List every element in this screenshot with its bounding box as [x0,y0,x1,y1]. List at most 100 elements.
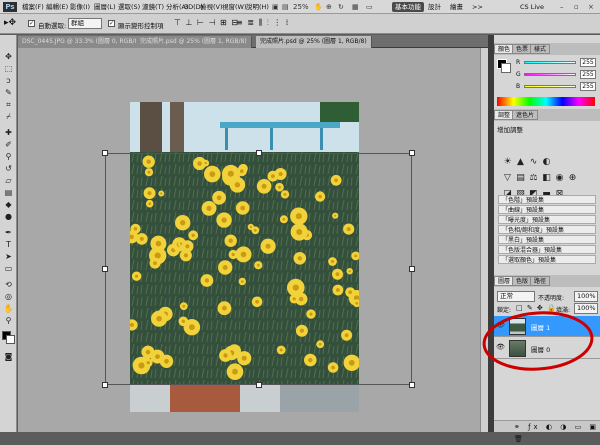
tab-swatches[interactable]: 色票 [512,44,533,54]
menu-view[interactable]: 檢視(V) [200,2,223,12]
menu-image[interactable]: 影像(I) [70,2,90,12]
brush-tool-icon[interactable]: ✐ [2,139,15,150]
menu-help[interactable]: 說明(H) [246,2,269,12]
lasso-tool-icon[interactable]: ↄ [2,75,15,86]
rotate-view-icon[interactable]: ↻ [338,2,344,12]
transform-handle-left[interactable] [102,266,108,272]
channel-b-value[interactable]: 255 [580,82,596,91]
menu-file[interactable]: 檔案(F) [22,2,44,12]
tab-channels[interactable]: 色版 [512,276,533,286]
canvas-area[interactable] [18,48,480,432]
transform-controls-checkbox[interactable]: ✓ [108,20,115,27]
menu-layer[interactable]: 圖層(L) [94,2,116,12]
minibridge-icon[interactable]: ▤ [282,2,289,12]
preset-selective-color[interactable]: 「選取顏色」預設集 [498,255,596,264]
eyedropper-tool-icon[interactable]: ⌿ [2,111,15,122]
tab-layers[interactable]: 圖層 [494,276,515,286]
hue-saturation-icon[interactable]: ▤ [515,173,526,183]
preset-levels[interactable]: 「色階」預設集 [498,195,596,204]
channel-r-value[interactable]: 255 [580,58,596,67]
black-white-icon[interactable]: ◧ [541,173,552,183]
blend-mode-dropdown[interactable]: 正常 [497,291,535,302]
exposure-icon[interactable]: ◐ [541,157,552,167]
close-icon[interactable]: × [588,2,594,12]
distribute-icons[interactable]: ≡ ≣ ⫼ ⫶ ⋮ ⁞ [236,18,289,28]
clone-stamp-tool-icon[interactable]: ⚲ [2,151,15,162]
preset-curves[interactable]: 「曲線」預設集 [498,205,596,214]
transform-handle-top[interactable] [256,150,262,156]
crop-tool-icon[interactable]: ⌗ [2,99,15,110]
marquee-tool-icon[interactable]: ⬚ [2,63,15,74]
layers-panel-footer-icons[interactable]: ⚭ ƒx ◐ ◑ ▭ ▣ 🗑 [494,420,600,443]
menu-filter[interactable]: 濾鏡(T) [142,2,164,12]
workspace-painting[interactable]: 繪畫 [450,2,463,12]
path-selection-tool-icon[interactable]: ➤ [2,251,15,262]
hand-tool-icon[interactable]: ✋ [2,303,15,314]
transform-handle-right[interactable] [409,266,415,272]
tab-finished-photo-1[interactable]: 完成照片.psd @ 25% (圖層 1, RGB/8) [136,36,252,48]
arrange-documents-icon[interactable]: ▦ [352,2,359,12]
quick-mask-icon[interactable]: ◙ [2,351,15,362]
menu-window[interactable]: 視窗(W) [222,2,247,12]
tab-finished-photo-2[interactable]: 完成照片.psd @ 25% (圖層 1, RGB/8) [256,36,372,48]
channel-g-value[interactable]: 255 [580,70,596,79]
gradient-tool-icon[interactable]: ▤ [2,187,15,198]
preset-exposure[interactable]: 「曝光度」預設集 [498,215,596,224]
levels-icon[interactable]: ▲ [515,157,526,167]
brightness-icon[interactable]: ☀ [502,157,513,167]
tab-styles[interactable]: 樣式 [530,44,551,54]
eraser-tool-icon[interactable]: ▱ [2,175,15,186]
menu-select[interactable]: 選取(S) [118,2,140,12]
tab-paths[interactable]: 路徑 [530,276,551,286]
zoom-level[interactable]: 25% [293,2,309,12]
menu-edit[interactable]: 編輯(E) [46,2,68,12]
tab-masks[interactable]: 遮色片 [512,110,539,120]
healing-brush-tool-icon[interactable]: ✚ [2,127,15,138]
move-tool-icon[interactable]: ▸✥ [4,18,16,28]
transform-handle-bottom-left[interactable] [102,382,108,388]
pen-tool-icon[interactable]: ✒ [2,227,15,238]
opacity-input[interactable]: 100% [574,291,598,302]
workspace-more[interactable]: >> [472,2,483,12]
workspace-essentials[interactable]: 基本功能 [392,2,424,12]
quick-select-tool-icon[interactable]: ✎ [2,87,15,98]
color-balance-icon[interactable]: ⚖ [528,173,539,183]
tab-dsc0445[interactable]: DSC_0445.JPG @ 33.3% (圖層 0, RGB/8) [18,36,146,48]
tab-adjustments[interactable]: 調整 [494,110,515,120]
type-tool-icon[interactable]: T [2,239,15,250]
transform-handle-bottom[interactable] [256,382,262,388]
minimize-icon[interactable]: – [560,2,564,12]
3d-camera-tool-icon[interactable]: ◎ [2,291,15,302]
channel-r-slider[interactable] [524,61,576,64]
preset-hue-saturation[interactable]: 「色相/飽和度」預設集 [498,225,596,234]
cs-live-button[interactable]: CS Live [520,2,544,12]
move-tool-icon[interactable]: ✥ [2,51,15,62]
background-color-swatch[interactable] [6,335,15,344]
hand-tool-icon[interactable]: ✋ [314,2,323,12]
preset-channel-mixer[interactable]: 「色版混合器」預設集 [498,245,596,254]
blur-tool-icon[interactable]: ◆ [2,199,15,210]
autoselect-dropdown[interactable]: 群組 [68,18,102,29]
align-icons[interactable]: ⊤ ⊥ ⊢ ⊣ ⊞ ⊟ [174,18,239,27]
transform-handle-top-left[interactable] [102,150,108,156]
workspace-design[interactable]: 設計 [428,2,441,12]
channel-mixer-icon[interactable]: ⊕ [567,173,578,183]
screen-mode-icon[interactable]: ▭ [366,2,373,12]
shape-tool-icon[interactable]: ▭ [2,263,15,274]
bridge-icon[interactable]: ▣ [272,2,279,12]
channel-g-slider[interactable] [524,73,576,76]
3d-rotate-tool-icon[interactable]: ⟲ [2,279,15,290]
transform-handle-bottom-right[interactable] [409,382,415,388]
tab-color[interactable]: 顏色 [494,44,515,54]
photo-filter-icon[interactable]: ◉ [554,173,565,183]
autoselect-checkbox[interactable]: ✓ [28,20,35,27]
color-panel-background[interactable] [501,63,511,73]
color-spectrum-ramp[interactable] [497,97,595,106]
vibrance-icon[interactable]: ▽ [502,173,513,183]
curves-icon[interactable]: ∿ [528,157,539,167]
restore-icon[interactable]: ▫ [574,2,579,12]
zoom-tool-icon[interactable]: ⊕ [326,2,332,12]
dodge-tool-icon[interactable]: ● [2,211,15,222]
zoom-tool-icon[interactable]: ⚲ [2,315,15,326]
preset-black-white[interactable]: 「黑白」預設集 [498,235,596,244]
